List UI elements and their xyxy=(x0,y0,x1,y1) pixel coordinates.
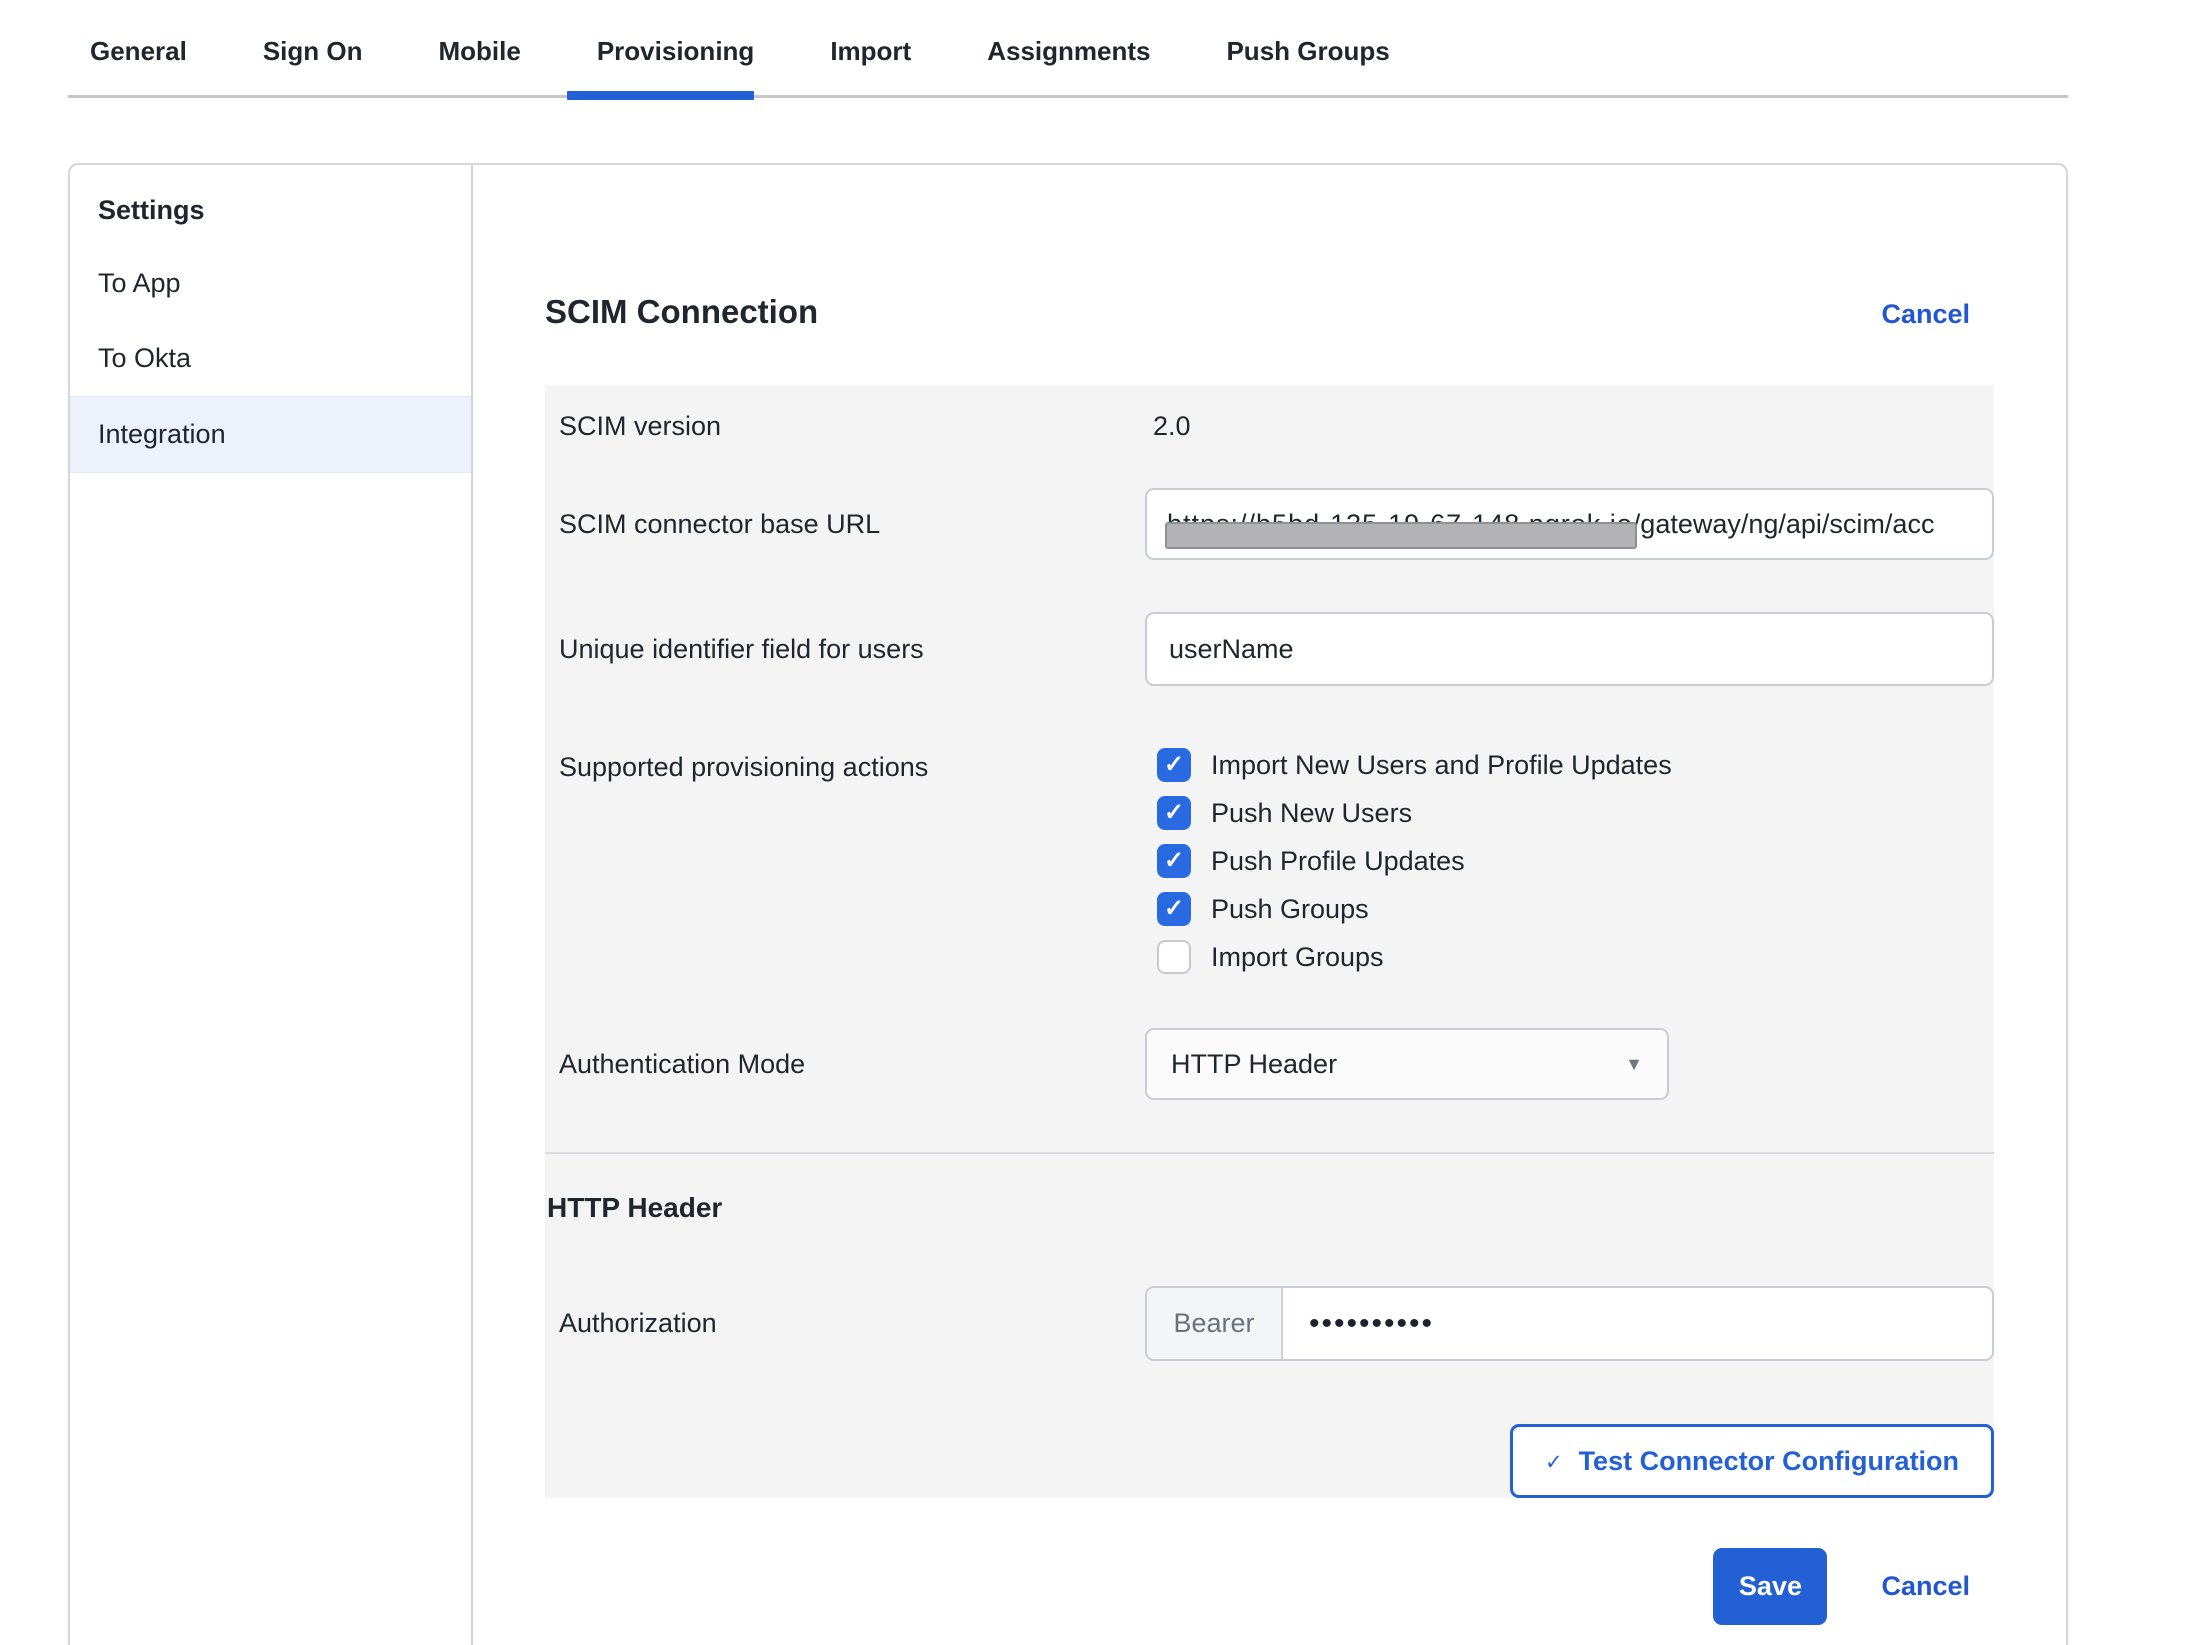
check-icon: ✓ xyxy=(1164,849,1184,873)
base-url-input[interactable]: https://b5bd-135-19-67-148.ngrok.io /gat… xyxy=(1145,488,1994,560)
scim-version-value: 2.0 xyxy=(1145,411,1191,441)
provisioning-actions-list: ✓ Import New Users and Profile Updates ✓… xyxy=(1145,748,1994,974)
scim-form: SCIM version 2.0 SCIM connector base URL… xyxy=(545,385,1994,1498)
row-authentication-mode: Authentication Mode HTTP Header ▼ xyxy=(545,1028,1994,1100)
bearer-prefix: Bearer xyxy=(1147,1288,1283,1359)
sidebar-heading: Settings xyxy=(70,165,471,246)
http-header-heading: HTTP Header xyxy=(545,1192,1994,1224)
checkbox[interactable]: ✓ xyxy=(1157,748,1191,782)
authentication-mode-label: Authentication Mode xyxy=(545,1049,1145,1080)
row-provisioning-actions: Supported provisioning actions ✓ Import … xyxy=(545,748,1994,974)
app-tabbar: General Sign On Mobile Provisioning Impo… xyxy=(68,0,2068,98)
scim-version-label: SCIM version xyxy=(545,411,1145,442)
row-scim-version: SCIM version 2.0 xyxy=(545,411,1994,442)
check-icon: ✓ xyxy=(1164,753,1184,777)
provisioning-actions-label: Supported provisioning actions xyxy=(545,748,1145,783)
checkbox[interactable]: ✓ xyxy=(1157,940,1191,974)
tab-push-groups[interactable]: Push Groups xyxy=(1226,36,1389,95)
section-divider xyxy=(545,1152,1994,1154)
tab-provisioning[interactable]: Provisioning xyxy=(597,36,754,95)
chevron-down-icon: ▼ xyxy=(1625,1054,1643,1075)
row-authorization: Authorization Bearer •••••••••• xyxy=(545,1286,1994,1361)
tab-assignments[interactable]: Assignments xyxy=(987,36,1150,95)
check-icon: ✓ xyxy=(1545,1450,1563,1475)
tab-general[interactable]: General xyxy=(90,36,187,95)
cancel-link-bottom[interactable]: Cancel xyxy=(1881,1571,1970,1602)
check-icon: ✓ xyxy=(1164,897,1184,921)
authentication-mode-select[interactable]: HTTP Header ▼ xyxy=(1145,1028,1669,1100)
form-actions: Save Cancel xyxy=(545,1548,1994,1625)
check-icon: ✓ xyxy=(1164,801,1184,825)
authorization-input-group: Bearer •••••••••• xyxy=(1145,1286,1994,1361)
cancel-link-top[interactable]: Cancel xyxy=(1881,299,1970,330)
authorization-label: Authorization xyxy=(545,1308,1145,1339)
page-title: SCIM Connection xyxy=(545,293,818,331)
redaction-bar xyxy=(1165,522,1637,549)
tab-mobile[interactable]: Mobile xyxy=(439,36,521,95)
action-import-groups[interactable]: ✓ Import Groups xyxy=(1157,940,1994,974)
action-push-groups[interactable]: ✓ Push Groups xyxy=(1157,892,1994,926)
tab-import[interactable]: Import xyxy=(830,36,911,95)
action-push-new-users[interactable]: ✓ Push New Users xyxy=(1157,796,1994,830)
action-push-profile-updates[interactable]: ✓ Push Profile Updates xyxy=(1157,844,1994,878)
settings-sidebar: Settings To App To Okta Integration xyxy=(70,165,473,1645)
redacted-url-segment: https://b5bd-135-19-67-148.ngrok.io xyxy=(1167,509,1633,540)
row-unique-identifier: Unique identifier field for users userNa… xyxy=(545,612,1994,686)
bearer-token-input[interactable]: •••••••••• xyxy=(1283,1288,1992,1359)
authentication-mode-value: HTTP Header xyxy=(1171,1049,1337,1080)
sidebar-item-to-app[interactable]: To App xyxy=(70,246,471,321)
base-url-label: SCIM connector base URL xyxy=(545,509,1145,540)
sidebar-item-to-okta[interactable]: To Okta xyxy=(70,321,471,396)
visible-url-segment: /gateway/ng/api/scim/acc xyxy=(1633,509,1935,540)
test-connector-configuration-button[interactable]: ✓ Test Connector Configuration xyxy=(1510,1424,1994,1498)
provisioning-panel: Settings To App To Okta Integration SCIM… xyxy=(68,163,2068,1645)
sidebar-item-integration[interactable]: Integration xyxy=(70,396,471,473)
checkbox[interactable]: ✓ xyxy=(1157,844,1191,878)
masked-token: •••••••••• xyxy=(1309,1307,1434,1341)
unique-identifier-label: Unique identifier field for users xyxy=(545,634,1145,665)
section-header: SCIM Connection Cancel xyxy=(545,293,1994,331)
row-base-url: SCIM connector base URL https://b5bd-135… xyxy=(545,488,1994,560)
action-import-new-users[interactable]: ✓ Import New Users and Profile Updates xyxy=(1157,748,1994,782)
save-button[interactable]: Save xyxy=(1713,1548,1827,1625)
unique-identifier-input[interactable]: userName xyxy=(1145,612,1994,686)
tab-sign-on[interactable]: Sign On xyxy=(263,36,363,95)
scim-connection-section: SCIM Connection Cancel SCIM version 2.0 … xyxy=(473,165,2066,1645)
checkbox[interactable]: ✓ xyxy=(1157,796,1191,830)
checkbox[interactable]: ✓ xyxy=(1157,892,1191,926)
